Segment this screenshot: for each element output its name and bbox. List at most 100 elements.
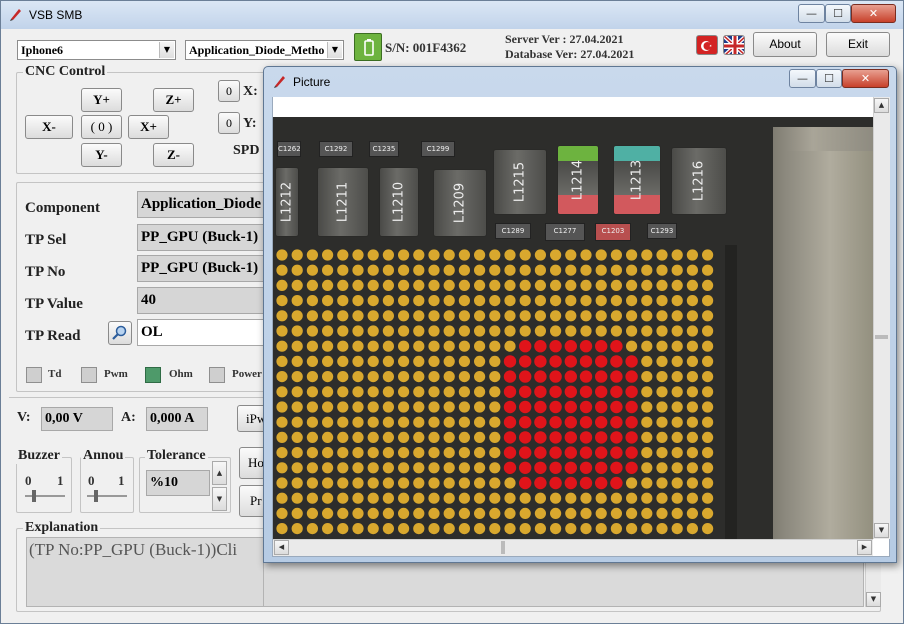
ohm-checkbox[interactable] bbox=[145, 367, 161, 383]
highlighted-ball bbox=[579, 340, 593, 353]
picture-close-button[interactable]: ✕ bbox=[842, 69, 889, 88]
bga-ball bbox=[413, 310, 425, 322]
bga-ball bbox=[626, 492, 638, 504]
chevron-down-icon: ▼ bbox=[327, 42, 342, 58]
bga-ball bbox=[367, 401, 379, 413]
bga-ball bbox=[352, 355, 364, 367]
picture-scroll-down-button[interactable]: ▼ bbox=[874, 523, 889, 538]
z-plus-button[interactable]: Z+ bbox=[153, 88, 194, 112]
part-c1289: C1289 bbox=[495, 223, 531, 239]
minimize-button[interactable]: — bbox=[798, 4, 825, 23]
turkish-flag-icon[interactable] bbox=[696, 35, 718, 55]
picture-vertical-scrollbar[interactable] bbox=[873, 97, 890, 539]
tp-sel-field[interactable]: PP_GPU (Buck-1) bbox=[137, 224, 267, 251]
zero-x-button[interactable]: 0 bbox=[218, 80, 240, 102]
bga-ball bbox=[337, 507, 349, 519]
z-minus-button[interactable]: Z- bbox=[153, 143, 194, 167]
tolerance-down-button[interactable]: ▼ bbox=[212, 487, 227, 511]
close-button[interactable]: ✕ bbox=[851, 4, 896, 23]
x-plus-button[interactable]: X+ bbox=[128, 115, 169, 139]
picture-scroll-up-button[interactable]: ▲ bbox=[874, 98, 889, 113]
bga-ball bbox=[291, 295, 303, 307]
bga-ball bbox=[322, 310, 334, 322]
bga-ball bbox=[413, 523, 425, 535]
bga-ball bbox=[534, 264, 546, 276]
bga-ball bbox=[671, 249, 683, 261]
picture-horizontal-thumb[interactable] bbox=[501, 541, 505, 554]
bga-ball bbox=[595, 249, 607, 261]
picture-minimize-button[interactable]: — bbox=[789, 69, 816, 88]
bga-ball bbox=[291, 492, 303, 504]
bga-ball bbox=[398, 310, 410, 322]
picture-scroll-right-button[interactable]: ▶ bbox=[857, 540, 872, 555]
home-button[interactable]: ( 0 ) bbox=[81, 115, 122, 139]
bga-ball bbox=[306, 325, 318, 337]
annou-slider-thumb[interactable] bbox=[94, 490, 98, 502]
bga-ball bbox=[656, 492, 668, 504]
buzzer-slider[interactable] bbox=[25, 495, 65, 497]
bga-ball bbox=[276, 295, 288, 307]
bga-ball bbox=[702, 295, 714, 307]
y-minus-button[interactable]: Y- bbox=[81, 143, 122, 167]
bga-ball bbox=[367, 325, 379, 337]
method-select[interactable]: Application_Diode_Metho ▼ bbox=[185, 40, 344, 60]
bga-ball bbox=[352, 279, 364, 291]
exit-button[interactable]: Exit bbox=[826, 32, 890, 57]
bga-ball bbox=[702, 507, 714, 519]
picture-vertical-thumb[interactable] bbox=[875, 335, 888, 339]
bga-ball bbox=[610, 310, 622, 322]
bga-ball bbox=[291, 371, 303, 383]
td-checkbox[interactable] bbox=[26, 367, 42, 383]
bga-ball bbox=[322, 264, 334, 276]
bga-ball bbox=[443, 310, 455, 322]
board-image[interactable]: C1262 C1292 C1235 C1299 L1212 L1211 L121… bbox=[273, 117, 873, 539]
explanation-scroll-down[interactable]: ▼ bbox=[866, 592, 881, 607]
bga-ball bbox=[398, 447, 410, 459]
part-c1277: C1277 bbox=[545, 223, 585, 241]
pwm-checkbox[interactable] bbox=[81, 367, 97, 383]
bga-ball bbox=[291, 477, 303, 489]
bga-ball bbox=[291, 325, 303, 337]
about-button[interactable]: About bbox=[753, 32, 817, 57]
connection-icon[interactable] bbox=[354, 33, 382, 61]
x-minus-button[interactable]: X- bbox=[25, 115, 73, 139]
bga-ball bbox=[671, 431, 683, 443]
buzzer-slider-thumb[interactable] bbox=[32, 490, 36, 502]
y-plus-button[interactable]: Y+ bbox=[81, 88, 122, 112]
bga-ball bbox=[474, 431, 486, 443]
inductor-l1210: L1210 bbox=[379, 167, 419, 237]
bga-ball bbox=[306, 371, 318, 383]
annou-slider[interactable] bbox=[87, 495, 127, 497]
bga-ball bbox=[626, 325, 638, 337]
bga-ball bbox=[367, 462, 379, 474]
power-checkbox[interactable] bbox=[209, 367, 225, 383]
bga-ball bbox=[458, 249, 470, 261]
bga-ball bbox=[413, 492, 425, 504]
device-select[interactable]: Iphone6 ▼ bbox=[17, 40, 176, 60]
bga-ball bbox=[534, 279, 546, 291]
picture-maximize-button[interactable]: ☐ bbox=[816, 69, 842, 88]
english-flag-icon[interactable] bbox=[723, 35, 745, 55]
bga-ball bbox=[489, 523, 501, 535]
highlighted-ball bbox=[595, 476, 608, 490]
bga-ball bbox=[337, 325, 349, 337]
tolerance-field[interactable]: %10 bbox=[146, 470, 210, 496]
shield-inner bbox=[787, 151, 873, 539]
bga-ball bbox=[534, 249, 546, 261]
title-bar: VSB SMB — ☐ ✕ bbox=[1, 1, 903, 29]
bga-ball bbox=[656, 325, 668, 337]
bga-ball bbox=[352, 401, 364, 413]
bga-ball bbox=[352, 371, 364, 383]
picture-horizontal-scrollbar[interactable] bbox=[273, 539, 873, 556]
bga-ball bbox=[428, 355, 440, 367]
bga-ball bbox=[474, 279, 486, 291]
bga-ball bbox=[337, 416, 349, 428]
tolerance-up-button[interactable]: ▲ bbox=[212, 461, 227, 485]
bga-ball bbox=[686, 447, 698, 459]
bga-ball bbox=[337, 310, 349, 322]
maximize-button[interactable]: ☐ bbox=[825, 4, 851, 23]
bga-ball bbox=[322, 249, 334, 261]
picture-scroll-left-button[interactable]: ◀ bbox=[274, 540, 289, 555]
zero-y-button[interactable]: 0 bbox=[218, 112, 240, 134]
tp-read-search-button[interactable] bbox=[108, 321, 132, 345]
